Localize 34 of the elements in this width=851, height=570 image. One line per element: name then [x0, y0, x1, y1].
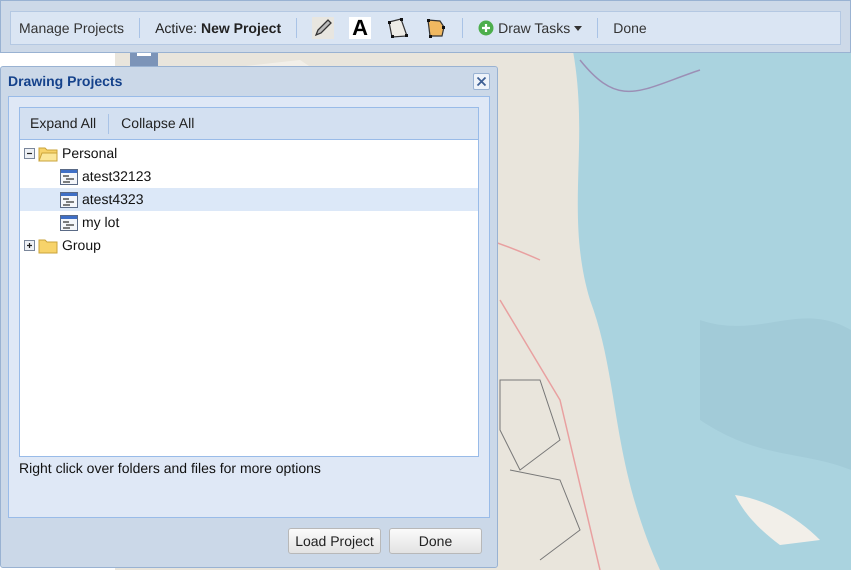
- document-icon: [60, 214, 78, 230]
- text-tool-icon[interactable]: A: [349, 17, 372, 39]
- tree-label: atest4323: [82, 190, 144, 209]
- tree-action-button[interactable]: Collapse All: [121, 113, 194, 134]
- done-link[interactable]: Done: [613, 18, 647, 38]
- tree-row[interactable]: Personal: [20, 142, 478, 165]
- tree-label: atest32123: [82, 167, 152, 186]
- folder-icon: [38, 238, 58, 254]
- tree-row[interactable]: atest32123: [20, 165, 478, 188]
- tree-label: my lot: [82, 213, 120, 232]
- document-icon: [60, 168, 78, 184]
- tree-row[interactable]: my lot: [20, 211, 478, 234]
- tree-label: Group: [62, 236, 101, 255]
- tree-row[interactable]: Group: [20, 234, 478, 257]
- caret-icon: [574, 26, 582, 30]
- manage-projects-link[interactable]: Manage Projects: [19, 18, 124, 38]
- dialog-title: Drawing Projects: [8, 72, 122, 91]
- hint-text: Right click over folders and files for more options: [19, 459, 322, 478]
- filled-polygon-icon[interactable]: [425, 17, 448, 39]
- document-icon: [60, 192, 78, 208]
- tree-action-button[interactable]: Expand All: [30, 113, 96, 134]
- open-folder-icon: [38, 146, 58, 162]
- collapse-icon[interactable]: [24, 148, 35, 159]
- plus-icon: [478, 20, 494, 36]
- tree-label: Personal: [62, 144, 118, 163]
- dialog-button[interactable]: Done: [389, 528, 482, 554]
- close-button[interactable]: [473, 73, 490, 90]
- dialog-button[interactable]: Load Project: [288, 528, 381, 554]
- draw-tasks-button[interactable]: Draw Tasks: [478, 18, 582, 38]
- pencil-icon[interactable]: [312, 17, 334, 39]
- tree-row[interactable]: atest4323: [20, 188, 478, 211]
- active-project-label: Active: New Project: [155, 18, 282, 38]
- polygon-icon[interactable]: [386, 17, 410, 39]
- expand-icon[interactable]: [24, 240, 35, 251]
